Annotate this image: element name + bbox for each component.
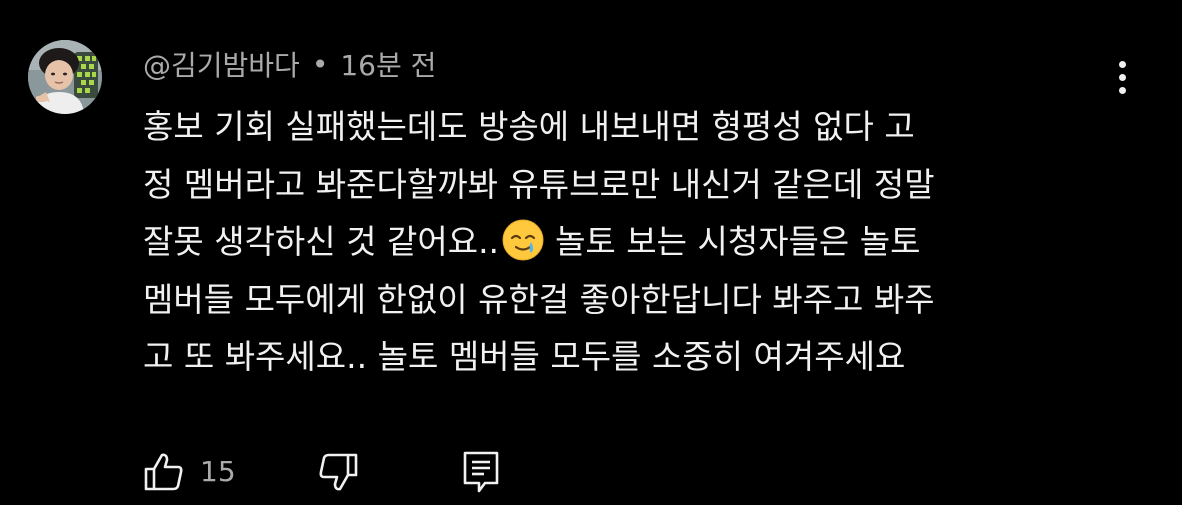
comment-line: 고 또 봐주세요.. 놀토 멤버들 모두를 소중히 여겨주세요: [143, 337, 906, 376]
comment-line-part: 놀토 보는 시청자들은 놀토: [555, 222, 921, 261]
header-separator: •: [311, 47, 329, 81]
reply-button[interactable]: [457, 447, 505, 495]
more-options-button[interactable]: [1104, 55, 1140, 99]
comment-line: 잘못 생각하신 것 같어요.. 놀토 보는 시청자들은 놀토: [143, 213, 1118, 271]
smiling-face-with-tear-emoji-icon: [502, 219, 544, 260]
comment-line-part: 잘못 생각하신 것 같어요..: [143, 222, 500, 261]
author-name[interactable]: @김기밤바다: [143, 44, 300, 84]
thumbs-up-icon: [144, 453, 183, 491]
comment-thread: @김기밤바다 • 16분 전 홍보 기회 실패했는데도 방송에 내보내면 형평성…: [0, 0, 1182, 505]
thumbs-down-icon: [319, 453, 358, 491]
reply-icon: [463, 451, 499, 493]
like-button[interactable]: [140, 447, 188, 495]
more-vertical-icon: [1118, 60, 1126, 68]
comment-line: 정 멤버라고 봐준다할까봐 유튜브로만 내신거 같은데 정말: [143, 164, 935, 204]
comment-line: 홍보 기회 실패했는데도 방송에 내보내면 형평성 없다 고: [143, 107, 915, 146]
avatar-image: [28, 40, 102, 114]
like-count: 15: [200, 454, 236, 488]
comment-text: 홍보 기회 실패했는데도 방송에 내보내면 형평성 없다 고 정 멤버라고 봐준…: [143, 98, 1118, 386]
dislike-button[interactable]: [314, 447, 362, 495]
avatar[interactable]: [28, 40, 102, 114]
comment-actions: 15: [140, 446, 505, 496]
comment-header: @김기밤바다 • 16분 전: [143, 44, 436, 84]
comment-timestamp[interactable]: 16분 전: [340, 44, 436, 84]
comment-line: 멤버들 모두에게 한없이 유한걸 좋아한답니다 봐주고 봐주: [143, 279, 935, 319]
